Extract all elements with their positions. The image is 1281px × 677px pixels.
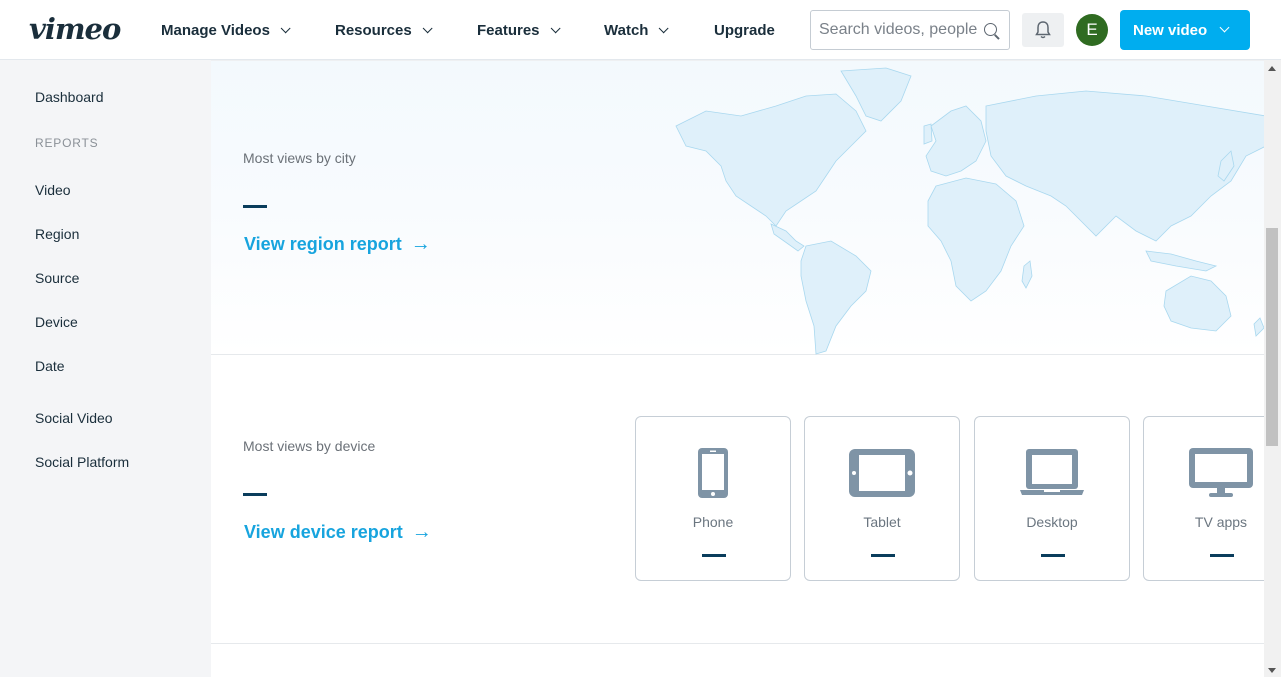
device-name: Tablet [863,514,901,530]
link-label: View device report [244,522,403,542]
sidebar-item-device[interactable]: Device [35,314,78,330]
device-value-dash [702,554,726,557]
sidebar-item-dashboard[interactable]: Dashboard [35,89,104,105]
scroll-down-arrow-icon[interactable] [1268,668,1276,673]
vimeo-logo[interactable]: vimeo [29,12,121,46]
chevron-down-icon [550,22,561,33]
map-australia [1163,275,1232,332]
device-value-dash [243,493,267,496]
map-central-america [770,223,805,252]
tablet-icon [849,449,915,497]
top-navigation-bar: vimeo Manage Videos Resources Features W… [0,0,1281,60]
device-card-tv-apps[interactable]: TV apps [1143,416,1264,581]
nav-label: Resources [335,21,412,39]
device-name: Phone [692,514,734,530]
nav-manage-videos[interactable]: Manage Videos [161,0,291,60]
region-section: Most views by city View region report → [211,60,1264,355]
sidebar-item-date[interactable]: Date [35,358,65,374]
map-new-zealand [1253,317,1264,337]
sidebar-item-source[interactable]: Source [35,270,79,286]
view-device-report-link[interactable]: View device report → [244,521,432,544]
arrow-right-icon: → [411,521,432,543]
search-input[interactable] [819,21,979,39]
region-section-label: Most views by city [243,150,356,166]
user-avatar[interactable]: E [1076,14,1108,46]
map-uk [923,123,933,145]
nav-resources[interactable]: Resources [335,0,433,60]
arrow-right-icon: → [410,233,431,255]
sidebar-reports-heading: REPORTS [35,136,99,150]
device-value-dash [871,554,895,557]
phone-icon [698,448,728,498]
device-name: TV apps [1194,514,1248,530]
map-europe [925,105,987,177]
chevron-down-icon [659,22,670,33]
tv-icon [1189,448,1253,497]
nav-watch[interactable]: Watch [604,0,670,60]
sidebar-item-video[interactable]: Video [35,182,71,198]
search-icon[interactable] [984,23,997,36]
device-card-tablet[interactable]: Tablet [804,416,960,581]
bell-icon [1035,21,1051,39]
sidebar-item-social-video[interactable]: Social Video [35,410,113,426]
device-card-phone[interactable]: Phone [635,416,791,581]
device-name: Desktop [1026,514,1078,530]
sidebar-item-social-platform[interactable]: Social Platform [35,454,129,470]
device-value-dash [1041,554,1065,557]
chevron-down-icon [1219,22,1230,33]
sidebar-item-region[interactable]: Region [35,226,79,242]
link-label: View region report [244,234,402,254]
sidebar: Dashboard REPORTS Video Region Source De… [0,60,211,677]
view-region-report-link[interactable]: View region report → [244,233,431,256]
device-card-desktop[interactable]: Desktop [974,416,1130,581]
map-madagascar [1021,260,1033,289]
new-video-label: New video [1133,21,1208,39]
nav-label: Features [477,21,540,39]
map-africa [927,177,1025,302]
world-map [675,67,1264,355]
map-indonesia [1145,250,1218,272]
nav-label: Watch [604,21,649,39]
map-north-america [675,93,867,227]
region-value-dash [243,205,267,208]
chevron-down-icon [422,22,433,33]
nav-label: Upgrade [714,21,775,39]
notifications-button[interactable] [1022,13,1064,47]
laptop-icon [1020,449,1084,495]
page-scrollbar[interactable] [1264,60,1281,677]
nav-upgrade[interactable]: Upgrade [714,0,775,60]
device-section-label: Most views by device [243,438,376,454]
nav-label: Manage Videos [161,21,270,39]
device-section: Most views by device View device report … [211,355,1264,644]
scroll-up-arrow-icon[interactable] [1268,66,1276,71]
main-content: Most views by city View region report → [211,60,1264,677]
new-video-button[interactable]: New video [1120,10,1250,50]
search-box [810,10,1010,50]
scrollbar-thumb[interactable] [1266,228,1278,446]
map-south-america [800,240,872,355]
nav-features[interactable]: Features [477,0,561,60]
chevron-down-icon [280,22,291,33]
device-value-dash [1210,554,1234,557]
